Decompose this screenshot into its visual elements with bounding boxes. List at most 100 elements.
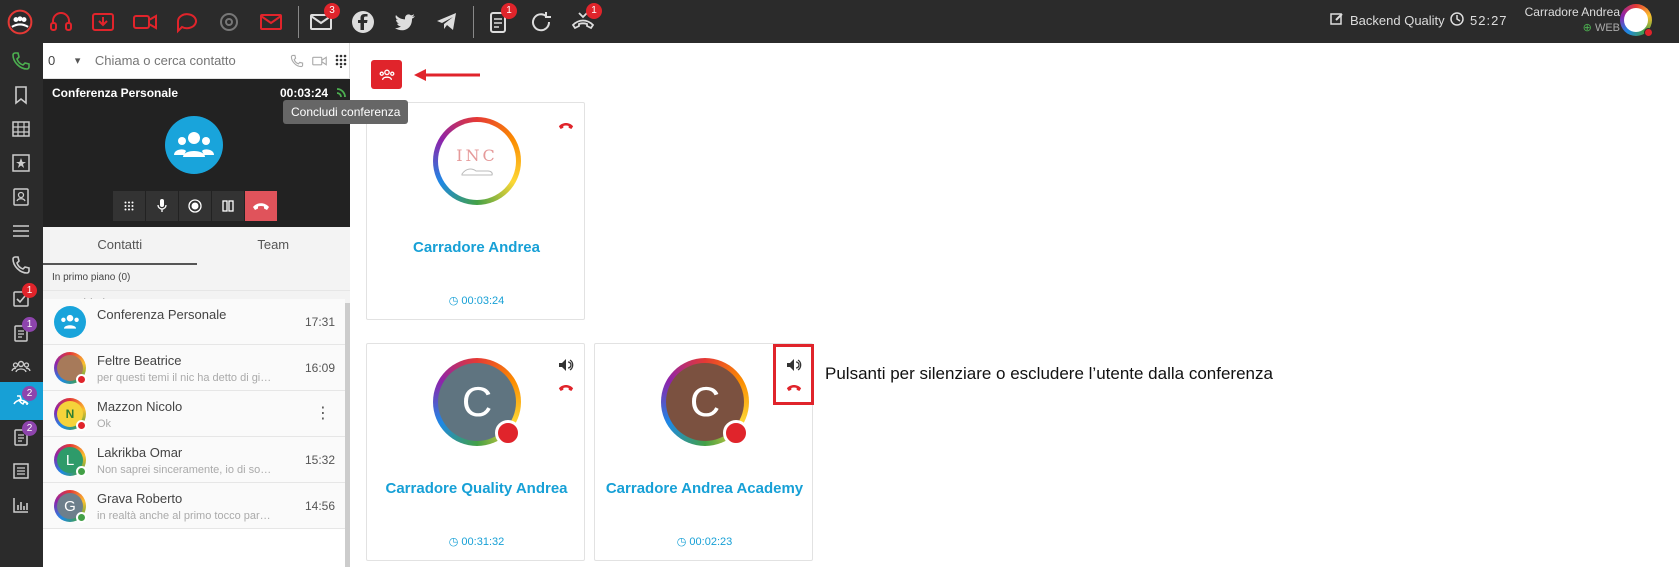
tasks-badge: 1 [501,3,517,19]
phone-icon[interactable] [7,47,35,75]
contact-message: in realtà anche al primo tocco parte... [97,510,272,522]
clock-icon [1450,12,1464,29]
mute-button[interactable] [146,191,179,221]
callback-icon[interactable] [525,6,557,38]
video-call-icon[interactable] [310,52,328,70]
participant-duration: ◷ 00:03:24 [448,295,505,307]
user-info[interactable]: Carradore Andrea ⊕ WEB [1510,4,1620,36]
app-logo-icon[interactable] [4,6,36,38]
left-rail: 1 1 2 2 [0,43,43,567]
list-item[interactable]: Conferenza Personale 17:31 [43,299,345,345]
clock-icon: ◷ [448,536,459,548]
contacts-book-icon[interactable] [7,183,35,211]
contact-time: 17:31 [304,315,335,329]
video-icon[interactable] [129,6,161,38]
keypad-button[interactable] [113,191,146,221]
toolbar-divider [473,6,474,38]
conference-avatar [165,116,223,174]
facebook-icon[interactable] [347,6,379,38]
clock-icon: ◷ [676,536,687,548]
backend-selector[interactable]: Backend Quality [1330,12,1445,29]
tasks-rail-badge: 1 [22,283,37,298]
more-options-icon[interactable]: ⋮ [315,403,331,423]
timer-value: 52:27 [1470,13,1508,28]
contact-message: per questi temi il nic ha detto di gir..… [97,372,272,384]
search-input[interactable] [94,53,285,68]
status-dot [1644,28,1653,37]
email-icon[interactable] [255,6,287,38]
list-item[interactable]: G Grava Roberto in realtà anche al primo… [43,483,345,529]
list-item[interactable]: L Lakrikba Omar Non saprei sinceramente,… [43,437,345,483]
missed-call-icon[interactable]: 1 [567,3,602,38]
inbox-download-icon[interactable] [87,6,119,38]
participant-name: Carradore Andrea Academy [605,480,804,497]
status-busy-icon [723,420,749,446]
contact-time: 14:56 [304,499,335,513]
voicemail-icon[interactable]: 3 [305,3,340,38]
participant-duration: ◷ 00:02:23 [676,536,733,548]
remove-participant-button[interactable] [558,380,574,395]
section-foreground: In primo piano (0) [43,265,350,291]
hangup-button[interactable] [245,191,278,221]
participant-name: Carradore Quality Andrea [385,480,568,497]
menu-icon[interactable] [7,217,35,245]
list-item[interactable]: Feltre Beatrice per questi temi il nic h… [43,345,345,391]
signal-icon [336,86,348,101]
remove-participant-button[interactable] [558,118,574,133]
call-duration: 00:03:24 [280,86,329,100]
team-icon[interactable] [7,353,35,381]
contact-message: Non saprei sinceramente, io di solit... [97,464,272,476]
tasks-icon[interactable]: 1 [482,3,517,38]
contact-name: Grava Roberto [97,491,183,506]
participant-avatar: C [433,358,521,446]
end-conference-button[interactable] [371,60,402,89]
contact-name: Feltre Beatrice [97,353,182,368]
reports-rail-badge: 2 [22,421,37,436]
contact-name: Mazzon Nicolo [97,399,183,414]
participant-name: Carradore Andrea [413,239,540,256]
table-icon[interactable] [7,115,35,143]
phone-call-icon[interactable] [288,52,306,70]
notes-rail-badge: 1 [22,317,37,332]
top-bar: 3 1 1 Backend Quality 52:27 Carradore An… [0,0,1679,43]
contact-time: 16:09 [304,361,335,375]
globe-icon: ⊕ [1582,22,1592,34]
bookmark-icon[interactable] [7,81,35,109]
chevron-down-icon[interactable]: ▾ [75,54,89,67]
telegram-icon[interactable] [431,6,463,38]
contact-time: 15:32 [304,453,335,467]
favorites-icon[interactable] [7,149,35,177]
line-selector[interactable]: 0 [43,53,75,68]
stats-icon[interactable] [7,491,35,519]
session-timer: 52:27 [1450,12,1508,29]
hold-button[interactable] [212,191,245,221]
user-avatar[interactable] [1620,4,1653,37]
record-button[interactable] [179,191,212,221]
participant-avatar: INC [433,117,521,205]
participant-duration: ◷ 00:31:32 [448,536,505,548]
group-chat-icon[interactable] [213,6,245,38]
conference-contact-avatar [54,306,86,338]
tab-team[interactable]: Team [197,227,351,265]
dialpad-icon[interactable] [332,52,350,70]
call-history-icon[interactable] [7,251,35,279]
call-title: Conferenza Personale [52,86,179,100]
status-online-icon [76,512,87,523]
status-busy-icon [495,420,521,446]
contact-name: Conferenza Personale [97,307,227,322]
highlight-box [773,344,814,405]
mute-participant-button[interactable] [558,358,574,375]
list-item[interactable]: N Mazzon Nicolo Ok ⋮ [43,391,345,437]
status-busy-icon [76,420,87,431]
user-name: Carradore Andrea [1524,5,1620,19]
chat-icon[interactable] [171,6,203,38]
tab-contacts[interactable]: Contatti [43,227,197,265]
avatar-text: INC [456,145,498,165]
annotation-text: Pulsanti per silenziare o escludere l’ut… [825,364,1273,383]
participant-avatar: C [661,358,749,446]
status-busy-icon [76,374,87,385]
headset-icon[interactable] [45,6,77,38]
status-online-icon [76,466,87,477]
news-icon[interactable] [7,457,35,485]
twitter-icon[interactable] [389,6,421,38]
